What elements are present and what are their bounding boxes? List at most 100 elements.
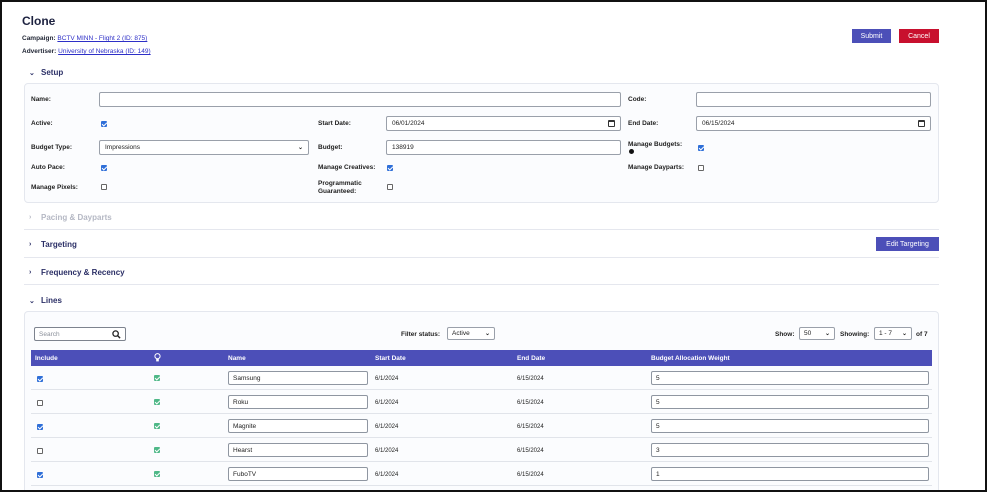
weight-input[interactable]: 1: [651, 467, 929, 481]
showing-value: 1 - 7: [879, 330, 893, 337]
status-check-icon: [154, 471, 160, 477]
setup-section-title: Setup: [41, 68, 64, 77]
start-date-cell: 6/1/2024: [375, 472, 399, 478]
end-date-value: 06/15/2024: [702, 120, 735, 127]
campaign-link[interactable]: BCTV MINN - Flight 2 (ID: 875): [57, 35, 147, 42]
weight-input[interactable]: 3: [651, 443, 929, 457]
pacing-section-toggle: › Pacing & Dayparts: [29, 213, 112, 222]
frequency-section-toggle[interactable]: › Frequency & Recency: [29, 268, 125, 277]
advertiser-label: Advertiser:: [22, 48, 57, 55]
include-checkbox[interactable]: [37, 400, 43, 406]
column-header-name[interactable]: Name: [228, 355, 246, 362]
column-header-end-date[interactable]: End Date: [517, 355, 545, 362]
filter-status-select[interactable]: Active ⌄: [447, 327, 495, 340]
submit-button[interactable]: Submit: [852, 29, 891, 43]
search-input[interactable]: Search: [39, 331, 60, 338]
advertiser-line: Advertiser: University of Nebraska (ID: …: [22, 48, 151, 55]
end-date-label: End Date:: [628, 120, 659, 127]
calendar-icon[interactable]: [918, 120, 925, 127]
chevron-down-icon: ⌄: [484, 331, 490, 337]
end-date-input[interactable]: 06/15/2024: [696, 116, 931, 131]
end-date-cell: 6/15/2024: [517, 424, 544, 430]
budget-type-select[interactable]: Impressions ⌄: [99, 140, 309, 155]
column-header-budget-weight[interactable]: Budget Allocation Weight: [651, 355, 730, 362]
end-date-cell: 6/15/2024: [517, 376, 544, 382]
include-checkbox[interactable]: [37, 448, 43, 454]
include-checkbox[interactable]: [37, 472, 43, 478]
table-row: Samsung 6/1/2024 6/15/2024 5: [31, 366, 932, 390]
manage-pixels-checkbox[interactable]: [101, 184, 107, 190]
line-name-input[interactable]: Magnite: [228, 419, 368, 433]
start-date-cell: 6/1/2024: [375, 448, 399, 454]
search-icon[interactable]: [112, 329, 121, 339]
table-row: Roku 6/1/2024 6/15/2024 5: [31, 390, 932, 414]
cancel-button[interactable]: Cancel: [899, 29, 939, 43]
manage-budgets-checkbox[interactable]: [698, 145, 704, 151]
auto-pace-checkbox[interactable]: [101, 165, 107, 171]
pacing-section-title: Pacing & Dayparts: [41, 213, 112, 222]
lines-section-toggle[interactable]: ⌄ Lines: [29, 296, 62, 305]
table-row: Magnite 6/1/2024 6/15/2024 5: [31, 414, 932, 438]
show-value: 50: [804, 330, 812, 337]
active-checkbox[interactable]: [101, 121, 107, 127]
line-name-input[interactable]: Hearst: [228, 443, 368, 457]
name-label: Name:: [31, 96, 51, 103]
name-input[interactable]: [99, 92, 621, 107]
info-icon[interactable]: [629, 149, 634, 154]
start-date-cell: 6/1/2024: [375, 400, 399, 406]
line-name-input[interactable]: Roku: [228, 395, 368, 409]
status-check-icon: [154, 423, 160, 429]
chevron-right-icon: ›: [29, 241, 32, 248]
end-date-cell: 6/15/2024: [517, 472, 544, 478]
lines-section-title: Lines: [41, 296, 62, 305]
code-input[interactable]: [696, 92, 931, 107]
advertiser-link[interactable]: University of Nebraska (ID: 149): [58, 48, 150, 55]
budget-input[interactable]: 138919: [386, 140, 621, 155]
setup-section-toggle[interactable]: ⌄ Setup: [29, 68, 63, 77]
showing-select[interactable]: 1 - 7 ⌄: [874, 327, 912, 340]
lines-table-header: Include Name Start Date End Date Budget …: [31, 350, 932, 366]
showing-label: Showing:: [840, 331, 870, 338]
table-row: Hearst 6/1/2024 6/15/2024 3: [31, 438, 932, 462]
column-header-start-date[interactable]: Start Date: [375, 355, 406, 362]
chevron-right-icon: ›: [29, 214, 32, 221]
programmatic-guaranteed-checkbox[interactable]: [387, 184, 393, 190]
end-date-cell: 6/15/2024: [517, 448, 544, 454]
include-checkbox[interactable]: [37, 376, 43, 382]
manage-dayparts-label: Manage Dayparts:: [628, 164, 684, 171]
targeting-section-toggle[interactable]: › Targeting: [29, 240, 77, 249]
weight-input[interactable]: 5: [651, 371, 929, 385]
page-title: Clone: [22, 14, 56, 28]
edit-targeting-button[interactable]: Edit Targeting: [876, 237, 939, 251]
frequency-section-title: Frequency & Recency: [41, 268, 125, 277]
weight-input[interactable]: 5: [651, 419, 929, 433]
table-row: FuboTV 6/1/2024 6/15/2024 1: [31, 462, 932, 486]
start-date-input[interactable]: 06/01/2024: [386, 116, 621, 131]
targeting-section-title: Targeting: [41, 240, 77, 249]
manage-creatives-label: Manage Creatives:: [318, 164, 376, 171]
search-box[interactable]: Search: [34, 327, 126, 341]
manage-dayparts-checkbox[interactable]: [698, 165, 704, 171]
chevron-down-icon: ⌄: [824, 331, 830, 337]
status-check-icon: [154, 375, 160, 381]
chevron-down-icon: ⌄: [29, 297, 35, 305]
status-check-icon: [154, 447, 160, 453]
bulb-icon: [154, 353, 161, 364]
section-divider: [24, 257, 939, 258]
weight-input[interactable]: 5: [651, 395, 929, 409]
calendar-icon[interactable]: [608, 120, 615, 127]
budget-label: Budget:: [318, 144, 343, 151]
section-divider: [24, 284, 939, 285]
end-date-cell: 6/15/2024: [517, 400, 544, 406]
campaign-line: Campaign: BCTV MINN - Flight 2 (ID: 875): [22, 35, 147, 42]
show-select[interactable]: 50 ⌄: [799, 327, 835, 340]
manage-creatives-checkbox[interactable]: [387, 165, 393, 171]
of-total: of 7: [916, 331, 928, 338]
line-name-input[interactable]: Samsung: [228, 371, 368, 385]
include-checkbox[interactable]: [37, 424, 43, 430]
start-date-cell: 6/1/2024: [375, 376, 399, 382]
programmatic-guaranteed-label-line2: Guaranteed:: [318, 188, 357, 195]
column-header-include[interactable]: Include: [35, 355, 58, 362]
line-name-input[interactable]: FuboTV: [228, 467, 368, 481]
status-check-icon: [154, 399, 160, 405]
